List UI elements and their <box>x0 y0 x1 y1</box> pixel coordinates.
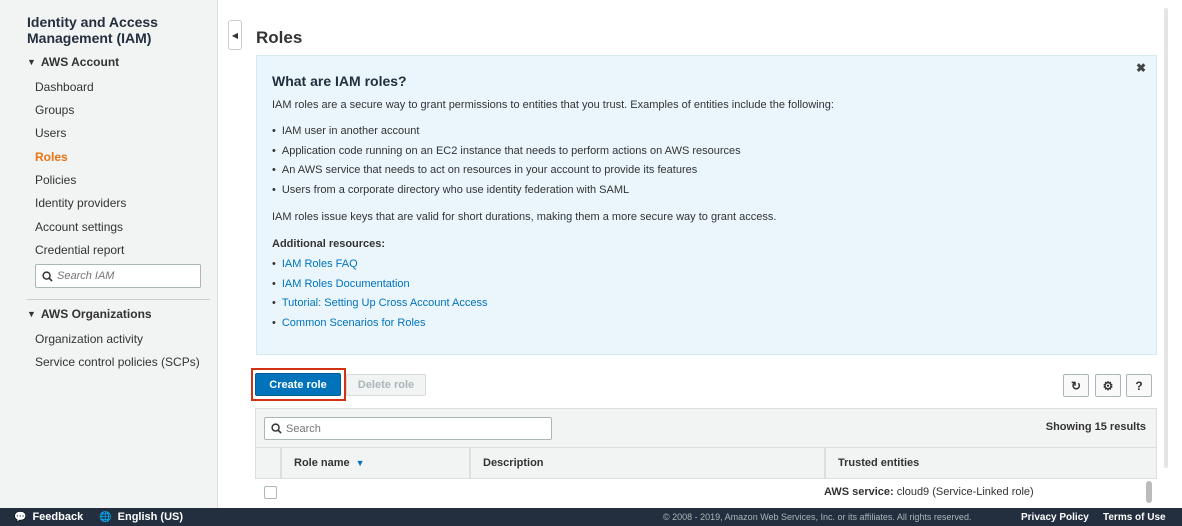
caret-down-icon: ▼ <box>27 309 36 319</box>
sort-caret-icon: ▼ <box>355 458 365 468</box>
settings-button[interactable]: ⚙ <box>1095 374 1121 397</box>
select-all-column <box>255 448 281 479</box>
column-label: Trusted entities <box>838 457 920 469</box>
column-trusted-entities: Trusted entities <box>825 448 1157 479</box>
page-title: Roles <box>256 28 303 47</box>
trusted-service-value: cloud9 (Service-Linked role) <box>893 486 1034 498</box>
table-row[interactable]: AWS service: cloud9 (Service-Linked role… <box>255 479 1140 508</box>
search-icon <box>42 270 53 282</box>
column-label: Description <box>483 457 544 469</box>
sidebar-item-users[interactable]: Users <box>35 126 66 140</box>
info-heading: What are IAM roles? <box>272 73 407 89</box>
sidebar-divider <box>27 299 210 300</box>
help-button[interactable]: ? <box>1126 374 1152 397</box>
sidebar-item-organization-activity[interactable]: Organization activity <box>35 332 143 346</box>
page-scrollbar[interactable] <box>1164 8 1168 468</box>
sidebar-item-policies[interactable]: Policies <box>35 173 76 187</box>
caret-down-icon: ▼ <box>27 57 36 67</box>
footer-left: 💬 Feedback 🌐 English (US) <box>14 511 183 523</box>
link-common-scenarios[interactable]: Common Scenarios for Roles <box>272 314 488 334</box>
close-icon[interactable]: ✖ <box>1136 61 1146 75</box>
sidebar-search <box>35 264 201 288</box>
sidebar-item-credential-report[interactable]: Credential report <box>35 243 124 257</box>
column-label: Role name <box>294 457 350 469</box>
caret-left-icon: ◀ <box>231 30 239 40</box>
info-intro: IAM roles are a secure way to grant perm… <box>272 99 834 111</box>
sidebar-search-input[interactable] <box>57 270 197 282</box>
sidebar-item-groups[interactable]: Groups <box>35 103 74 117</box>
info-panel: ✖ What are IAM roles? IAM roles are a se… <box>256 55 1157 355</box>
results-count: Showing 15 results <box>1045 421 1146 433</box>
sidebar-collapse-button[interactable]: ◀ <box>228 20 242 50</box>
help-icon: ? <box>1135 378 1143 393</box>
resources-heading: Additional resources: <box>272 238 386 250</box>
terms-of-use-link[interactable]: Terms of Use <box>1103 512 1166 523</box>
create-role-button[interactable]: Create role <box>255 373 341 396</box>
sidebar-item-roles[interactable]: Roles <box>35 150 68 164</box>
trusted-entities-cell: AWS service: cloud9 (Service-Linked role… <box>824 486 1034 498</box>
globe-icon: 🌐 <box>99 511 112 523</box>
info-entity-list: IAM user in another account Application … <box>272 122 741 200</box>
sidebar-item-scps[interactable]: Service control policies (SCPs) <box>35 355 200 369</box>
sidebar-section-aws-account[interactable]: ▼ AWS Account <box>27 55 119 69</box>
info-summary: IAM roles issue keys that are valid for … <box>272 211 777 223</box>
copyright-text: © 2008 - 2019, Amazon Web Services, Inc.… <box>663 512 972 522</box>
sidebar-section-label: AWS Organizations <box>40 307 152 321</box>
refresh-icon: ↻ <box>1070 378 1082 393</box>
list-item: Users from a corporate directory who use… <box>272 181 741 201</box>
row-checkbox[interactable] <box>264 486 277 499</box>
sidebar-section-label: AWS Account <box>40 55 120 69</box>
sidebar-item-account-settings[interactable]: Account settings <box>35 220 123 234</box>
privacy-policy-link[interactable]: Privacy Policy <box>1021 512 1089 523</box>
table-filter-bar: Showing 15 results <box>255 408 1157 448</box>
table-search <box>264 417 552 440</box>
speech-bubble-icon: 💬 <box>14 511 27 523</box>
resources-list: IAM Roles FAQ IAM Roles Documentation Tu… <box>272 255 488 333</box>
language-selector[interactable]: English (US) <box>118 511 183 523</box>
table-search-input[interactable] <box>286 422 536 435</box>
list-item: An AWS service that needs to act on reso… <box>272 161 741 181</box>
delete-role-button[interactable]: Delete role <box>346 374 426 396</box>
gear-icon: ⚙ <box>1102 378 1114 393</box>
column-description: Description <box>470 448 825 479</box>
feedback-link[interactable]: Feedback <box>32 511 83 523</box>
list-item: Application code running on an EC2 insta… <box>272 142 741 162</box>
list-item: IAM user in another account <box>272 122 741 142</box>
link-iam-roles-documentation[interactable]: IAM Roles Documentation <box>272 275 488 295</box>
sidebar-item-dashboard[interactable]: Dashboard <box>35 80 94 94</box>
table-scrollbar[interactable] <box>1146 481 1152 503</box>
refresh-button[interactable]: ↻ <box>1063 374 1089 397</box>
link-iam-roles-faq[interactable]: IAM Roles FAQ <box>272 255 488 275</box>
footer: 💬 Feedback 🌐 English (US) © 2008 - 2019,… <box>0 508 1182 526</box>
trusted-service-label: AWS service: <box>824 486 894 498</box>
sidebar: Identity and Access Management (IAM) ▼ A… <box>0 0 218 508</box>
sidebar-item-identity-providers[interactable]: Identity providers <box>35 196 126 210</box>
sidebar-section-aws-organizations[interactable]: ▼ AWS Organizations <box>27 307 152 321</box>
sidebar-title[interactable]: Identity and Access Management (IAM) <box>27 14 207 46</box>
search-icon <box>271 423 282 434</box>
link-tutorial-cross-account[interactable]: Tutorial: Setting Up Cross Account Acces… <box>272 294 488 314</box>
column-role-name[interactable]: Role name ▼ <box>281 448 470 479</box>
